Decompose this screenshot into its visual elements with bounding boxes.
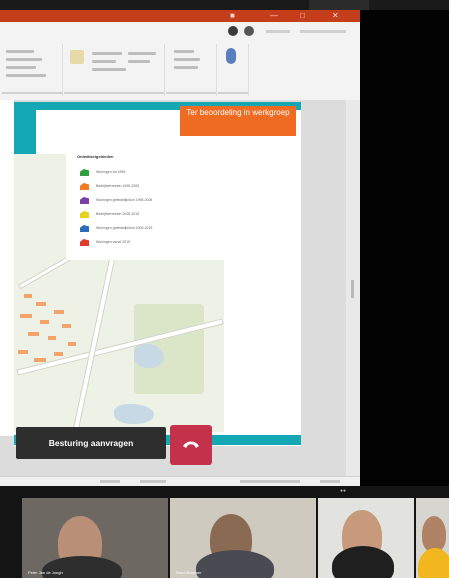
map-legend: Ontwikkelgebieden Woningen tot 1995 Bedr… [66,146,226,260]
legend-title: Ontwikkelgebieden [77,154,114,159]
minimize-icon[interactable]: — [270,11,278,20]
tray-indicator: ●● [340,488,347,494]
ribbon-comments-tab[interactable] [300,30,346,33]
request-control-button[interactable]: Besturing aanvragen [16,427,166,459]
ribbon-line [128,52,156,55]
participant-name: Peter Jan de Jongh [28,570,63,575]
ribbon-line [174,66,198,69]
map-built-block [28,332,39,336]
ribbon-group-label [166,92,216,94]
slide-teal-bar-left [14,110,36,154]
ribbon [0,22,360,101]
video-tile[interactable]: Ruud Brouwer [170,498,316,578]
ribbon-line [6,66,36,69]
map-water [114,404,154,424]
legend-swatch [80,211,89,218]
right-black-area [360,10,449,486]
legend-swatch [80,183,89,190]
legend-item: Bedrijfsterreinen 1995-2005 [80,182,220,192]
ribbon-group-label [64,92,164,94]
map-built-block [40,320,49,324]
ribbon-line [174,50,194,53]
map-built-block [48,336,56,340]
thumbnail-panel[interactable] [0,100,15,436]
hang-up-button[interactable] [170,425,212,465]
comments-icon[interactable] [244,26,254,36]
participant-video [422,516,446,552]
scrollbar-thumb[interactable] [351,280,354,298]
map-built-block [68,342,76,346]
participant-video [196,550,274,578]
video-tile[interactable] [318,498,414,578]
shared-powerpoint-window: ■ — □ ✕ Ontwikkelgebieden Woningen tot 1… [0,10,360,486]
legend-label: Woningen geleidelijk/tuin 1995-2005 [96,198,153,202]
ribbon-group-slides [2,44,63,96]
legend-label: Woningen vanaf 2015 [96,240,130,244]
legend-label: Woningen geleidelijk/tuin 2005-2015 [96,226,153,230]
map-built-block [54,352,63,356]
vertical-scrollbar[interactable] [346,100,360,480]
map-built-block [18,350,28,354]
map-built-block [54,310,64,314]
legend-item: Bedrijfsterreinen 2005-2015 [80,210,220,220]
ribbon-line [174,58,200,61]
ribbon-tabs [0,22,360,40]
map-built-block [20,314,32,318]
legend-label: Bedrijfsterreinen 2005-2015 [96,212,140,216]
legend-label: Bedrijfsterreinen 1995-2005 [96,184,140,188]
titlebar-user-area: ■ [230,11,235,20]
maximize-icon[interactable]: □ [300,11,305,20]
map-built-block [62,324,71,328]
participant-video [418,548,449,578]
map-built-block [36,302,46,306]
phone-hangup-icon [183,441,199,448]
ribbon-line [92,52,122,55]
legend-swatch [80,197,89,204]
zoom-level[interactable] [320,480,340,483]
user-avatar-icon[interactable] [228,26,238,36]
participant-name: Ruud Brouwer [176,570,202,575]
video-tile[interactable]: Peter Jan de Jongh [22,498,168,578]
powerpoint-statusbar [0,476,360,486]
legend-swatch [80,169,89,176]
current-slide[interactable]: Ontwikkelgebieden Woningen tot 1995 Bedr… [14,102,301,446]
powerpoint-titlebar: ■ — □ ✕ [0,10,360,22]
ribbon-share-tab[interactable] [266,30,290,33]
ribbon-line [6,58,42,61]
legend-item: Woningen geleidelijk/tuin 2005-2015 [80,224,220,234]
map-built-block [34,358,46,362]
window-top-strip [0,0,449,10]
review-status-badge: Ter beoordeling in werkgroep [180,106,296,136]
legend-item: Woningen geleidelijk/tuin 1995-2005 [80,196,220,206]
ribbon-group-paragraph [64,44,165,96]
ribbon-line [92,68,126,71]
ribbon-group-drawing [166,44,217,96]
participant-video [332,546,394,578]
ribbon-group-label [2,92,62,94]
paste-icon[interactable] [70,50,84,64]
ribbon-group-label [218,92,248,94]
map-water [134,344,164,368]
legend-swatch [80,225,89,232]
ribbon-line [6,50,34,53]
legend-swatch [80,239,89,246]
ribbon-line [128,60,150,63]
ribbon-group-voice [218,44,249,96]
status-notes[interactable] [100,480,120,483]
microphone-icon[interactable] [226,48,236,64]
ribbon-line [92,60,116,63]
video-tile[interactable] [416,498,449,578]
legend-item: Woningen tot 1995 [80,168,220,178]
zoom-slider[interactable] [240,480,300,483]
map-built-block [24,294,32,298]
ribbon-line [6,74,46,77]
legend-label: Woningen tot 1995 [96,170,126,174]
participant-video-tray: ●● Peter Jan de Jongh Ruud Brouwer [0,486,449,578]
close-icon[interactable]: ✕ [332,11,339,20]
legend-item: Woningen vanaf 2015 [80,238,220,248]
status-view[interactable] [140,480,166,483]
